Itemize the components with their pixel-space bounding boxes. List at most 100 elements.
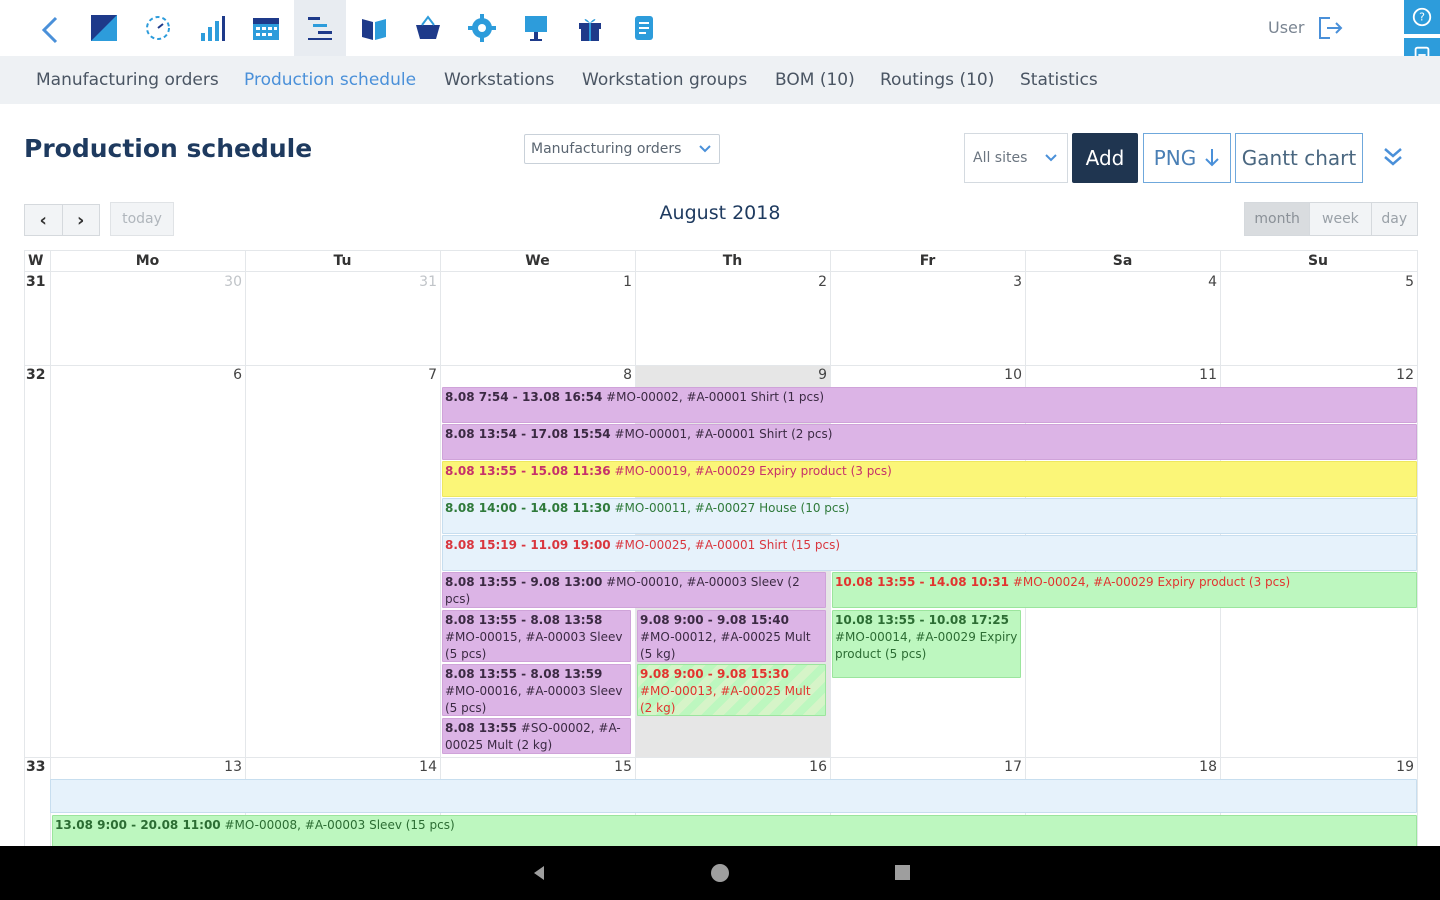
week-column-header: W (28, 253, 44, 269)
event-time: 8.08 13:55 (445, 721, 517, 735)
day-number[interactable]: 12 (1374, 367, 1414, 383)
calendar-event[interactable]: 8.08 13:55 - 8.08 13:59 #MO-00016, #A-00… (442, 664, 631, 716)
calendar-event[interactable]: 8.08 14:00 - 14.08 11:30 #MO-00011, #A-0… (442, 498, 1417, 534)
day-header-sa: Sa (1112, 253, 1133, 269)
day-number[interactable]: 15 (592, 759, 632, 775)
event-text: #MO-00012, #A-00025 Mult (5 kg) (640, 630, 811, 661)
calendar-event[interactable]: 8.08 13:55 - 8.08 13:58 #MO-00015, #A-00… (442, 610, 631, 662)
event-time: 8.08 13:55 - 8.08 13:58 (445, 613, 603, 627)
calendar-event[interactable]: 10.08 13:55 - 14.08 10:31 #MO-00024, #A-… (832, 572, 1417, 608)
basket-icon[interactable] (403, 4, 453, 52)
day-number[interactable]: 10 (982, 367, 1022, 383)
next-month-button[interactable]: › (63, 205, 100, 235)
calendar-icon[interactable] (241, 4, 291, 52)
add-button[interactable]: Add (1072, 133, 1138, 183)
gift-icon[interactable] (565, 4, 615, 52)
subnav-routings[interactable]: Routings (10) (880, 70, 994, 90)
double-chevron-down-icon[interactable] (1380, 144, 1406, 170)
subnav-bom[interactable]: BOM (10) (775, 70, 855, 90)
subnav-production-schedule[interactable]: Production schedule (244, 70, 416, 90)
android-recents-icon[interactable] (895, 865, 910, 880)
production-schedule-icon[interactable] (294, 0, 346, 56)
day-number[interactable]: 31 (397, 274, 437, 290)
android-back-icon[interactable] (530, 864, 548, 886)
sites-select-value: All sites (973, 150, 1028, 166)
presentation-icon[interactable] (511, 4, 561, 52)
week-number: 31 (26, 274, 46, 290)
calendar-event[interactable]: 8.08 7:54 - 13.08 16:54 #MO-00002, #A-00… (442, 387, 1417, 423)
day-number[interactable]: 1 (592, 274, 632, 290)
event-time: 10.08 13:55 - 14.08 10:31 (835, 575, 1009, 589)
chevron-down-icon (1045, 154, 1057, 162)
event-text: #MO-00002, #A-00001 Shirt (1 pcs) (602, 390, 825, 404)
calendar-event[interactable]: 9.08 9:00 - 9.08 15:30 #MO-00013, #A-000… (637, 664, 826, 716)
day-number[interactable]: 17 (982, 759, 1022, 775)
day-number[interactable]: 19 (1374, 759, 1414, 775)
event-time: 9.08 9:00 - 9.08 15:30 (640, 667, 789, 681)
help-icon[interactable]: ? (1404, 0, 1440, 34)
timer-icon[interactable] (133, 4, 183, 52)
calendar-event[interactable]: 8.08 13:55 #SO-00002, #A-00025 Mult (2 k… (442, 718, 631, 754)
calendar-event[interactable]: 10.08 13:55 - 10.08 17:25 #MO-00014, #A-… (832, 610, 1021, 678)
day-header-fr: Fr (919, 253, 936, 269)
day-number[interactable]: 8 (592, 367, 632, 383)
logout-icon[interactable] (1316, 14, 1344, 42)
day-number[interactable]: 7 (397, 367, 437, 383)
view-day-button[interactable]: day (1371, 203, 1418, 235)
day-number[interactable]: 16 (787, 759, 827, 775)
calendar-event-continued[interactable] (50, 779, 1417, 813)
user-label[interactable]: User (1268, 18, 1304, 37)
book-icon[interactable] (349, 4, 399, 52)
subnav-statistics[interactable]: Statistics (1020, 70, 1098, 90)
grid-line (24, 251, 25, 846)
day-number[interactable]: 3 (982, 274, 1022, 290)
month-calendar: W Mo Tu We Th Fr Sa Su 31 32 33 30 31 1 … (24, 250, 1418, 846)
subnav-manufacturing-orders[interactable]: Manufacturing orders (36, 70, 219, 90)
day-number[interactable]: 6 (202, 367, 242, 383)
month-title: August 2018 (659, 202, 781, 224)
view-month-button[interactable]: month (1245, 203, 1311, 235)
event-time: 9.08 9:00 - 9.08 15:40 (640, 613, 789, 627)
today-button[interactable]: today (110, 202, 174, 236)
calendar-event[interactable]: 13.08 9:00 - 20.08 11:00 #MO-00008, #A-0… (52, 815, 1417, 846)
calendar-event[interactable]: 8.08 15:19 - 11.09 19:00 #MO-00025, #A-0… (442, 535, 1417, 571)
day-number[interactable]: 4 (1177, 274, 1217, 290)
subnav-workstation-groups[interactable]: Workstation groups (582, 70, 747, 90)
prev-month-button[interactable]: ‹ (25, 205, 63, 235)
gantt-chart-button[interactable]: Gantt chart (1235, 133, 1363, 183)
dashboard-icon[interactable] (79, 4, 129, 52)
grid-line (24, 271, 1418, 272)
sites-select[interactable]: All sites (964, 133, 1068, 183)
bar-chart-icon[interactable] (187, 4, 237, 52)
chevron-down-icon (699, 145, 711, 153)
day-number[interactable]: 5 (1374, 274, 1414, 290)
calendar-event[interactable]: 8.08 13:54 - 17.08 15:54 #MO-00001, #A-0… (442, 424, 1417, 460)
event-text: #MO-00014, #A-00029 Expiry product (5 pc… (835, 630, 1018, 661)
day-number[interactable]: 9 (787, 367, 827, 383)
event-text: #MO-00013, #A-00025 Mult (2 kg) (640, 684, 811, 715)
png-export-button[interactable]: PNG (1143, 133, 1231, 183)
document-icon[interactable] (619, 4, 669, 52)
day-number[interactable]: 2 (787, 274, 827, 290)
calendar-event[interactable]: 8.08 13:55 - 15.08 11:36 #MO-00019, #A-0… (442, 461, 1417, 497)
back-chevron-icon[interactable] (30, 10, 70, 50)
day-number[interactable]: 11 (1177, 367, 1217, 383)
view-week-button[interactable]: week (1310, 203, 1372, 235)
day-header-mo: Mo (135, 253, 160, 269)
day-header-su: Su (1307, 253, 1329, 269)
calendar-event[interactable]: 8.08 13:55 - 9.08 13:00 #MO-00010, #A-00… (442, 572, 826, 608)
download-arrow-icon (1205, 149, 1219, 167)
calendar-event[interactable]: 9.08 9:00 - 9.08 15:40 #MO-00012, #A-000… (637, 610, 826, 662)
day-number[interactable]: 13 (202, 759, 242, 775)
event-time: 8.08 13:55 - 8.08 13:59 (445, 667, 603, 681)
event-time: 8.08 13:54 - 17.08 15:54 (445, 427, 611, 441)
subnav-workstations[interactable]: Workstations (444, 70, 554, 90)
day-number[interactable]: 30 (202, 274, 242, 290)
day-number[interactable]: 14 (397, 759, 437, 775)
day-header-tu: Tu (333, 253, 352, 269)
gear-icon[interactable] (457, 4, 507, 52)
grid-line (245, 251, 246, 846)
android-home-icon[interactable] (711, 864, 729, 882)
order-type-select[interactable]: Manufacturing orders (524, 134, 720, 164)
day-number[interactable]: 18 (1177, 759, 1217, 775)
